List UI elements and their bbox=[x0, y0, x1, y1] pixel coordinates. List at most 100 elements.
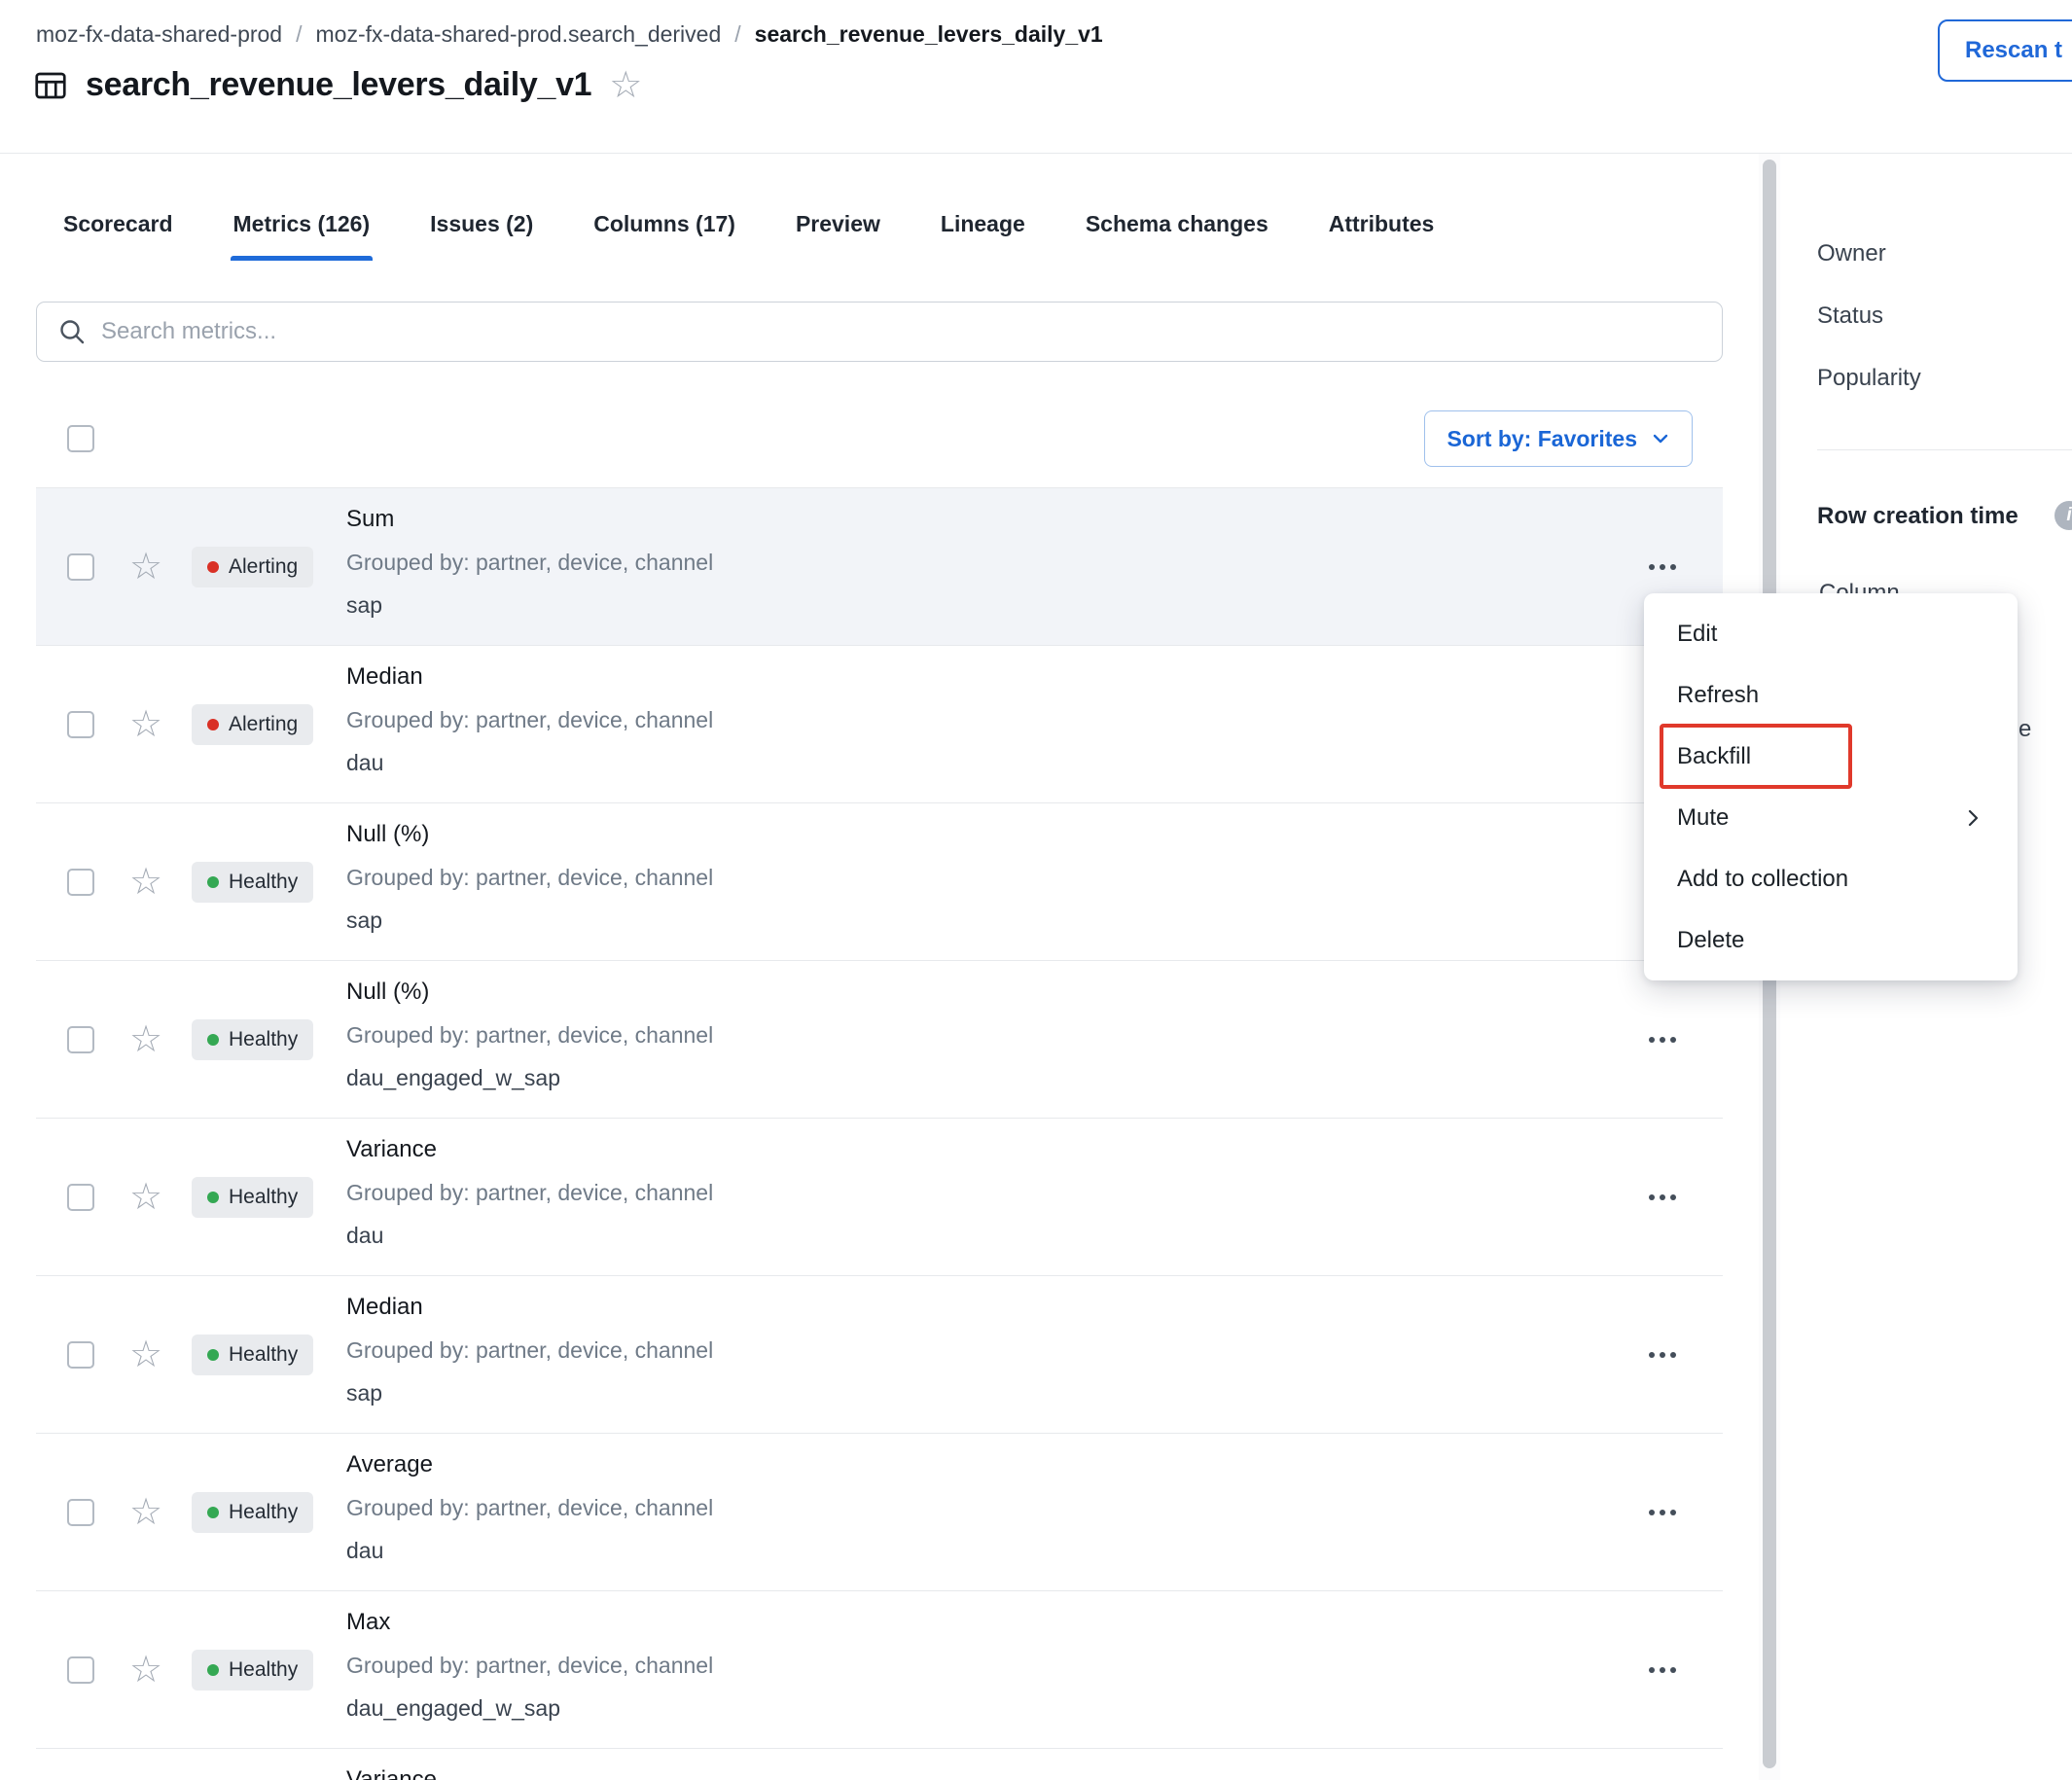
favorite-star-icon[interactable]: ☆ bbox=[129, 549, 162, 586]
metric-row: ☆ Healthy Null (%) Grouped by: partner, … bbox=[36, 802, 1723, 960]
menu-item-edit[interactable]: Edit bbox=[1644, 603, 2018, 664]
main-panel: Scorecard Metrics (126) Issues (2) Colum… bbox=[0, 154, 1759, 1780]
tab-label: Preview bbox=[796, 211, 880, 237]
row-menu-button[interactable] bbox=[1639, 1657, 1686, 1683]
status-dot-icon bbox=[207, 876, 219, 888]
row-checkbox[interactable] bbox=[67, 1026, 94, 1053]
metric-name[interactable]: Variance bbox=[346, 1766, 437, 1780]
tab-preview[interactable]: Preview bbox=[796, 187, 880, 261]
tab-label: Columns (17) bbox=[593, 211, 735, 237]
row-menu-button[interactable] bbox=[1639, 1500, 1686, 1525]
row-checkbox[interactable] bbox=[67, 1341, 94, 1369]
favorite-star-icon[interactable]: ☆ bbox=[129, 1179, 162, 1216]
status-dot-icon bbox=[207, 561, 219, 573]
breadcrumb-separator: / bbox=[734, 21, 740, 48]
row-checkbox[interactable] bbox=[67, 553, 94, 581]
favorite-star-icon[interactable]: ☆ bbox=[129, 864, 162, 901]
metric-row: ☆ Variance bbox=[36, 1748, 1723, 1780]
favorite-star-icon[interactable]: ☆ bbox=[129, 1336, 162, 1373]
menu-item-label: Add to collection bbox=[1677, 866, 1848, 893]
status-dot-icon bbox=[207, 1664, 219, 1676]
tab-lineage[interactable]: Lineage bbox=[941, 187, 1025, 261]
favorite-star-icon[interactable]: ☆ bbox=[129, 1021, 162, 1058]
row-menu-button[interactable] bbox=[1639, 1342, 1686, 1368]
metric-meta: Variance Grouped by: partner, device, ch… bbox=[346, 1136, 713, 1249]
status-badge: Healthy bbox=[192, 1335, 313, 1375]
metric-column: dau bbox=[346, 1538, 713, 1564]
tab-label: Issues (2) bbox=[430, 211, 533, 237]
table-icon bbox=[33, 68, 68, 103]
row-checkbox[interactable] bbox=[67, 1499, 94, 1526]
status-badge: Healthy bbox=[192, 1019, 313, 1060]
rescan-table-button[interactable]: Rescan t bbox=[1938, 19, 2072, 82]
select-all-checkbox[interactable] bbox=[67, 425, 94, 452]
tab-schema-changes[interactable]: Schema changes bbox=[1086, 187, 1268, 261]
status-label: Healthy bbox=[229, 1186, 298, 1209]
metric-meta: Sum Grouped by: partner, device, channel… bbox=[346, 506, 713, 619]
tab-issues-2[interactable]: Issues (2) bbox=[430, 187, 533, 261]
search-input[interactable] bbox=[99, 317, 1660, 346]
metric-grouped-by: Grouped by: partner, device, channel bbox=[346, 1495, 713, 1521]
metric-name[interactable]: Variance bbox=[346, 1136, 713, 1163]
favorite-star-icon[interactable]: ☆ bbox=[129, 706, 162, 743]
metric-grouped-by: Grouped by: partner, device, channel bbox=[346, 1180, 713, 1206]
tab-metrics-126[interactable]: Metrics (126) bbox=[233, 187, 371, 261]
row-checkbox[interactable] bbox=[67, 1184, 94, 1211]
metrics-list-container: Sort by: Favorites ☆ Alerting Sum Groupe… bbox=[36, 390, 1723, 1780]
sort-by-button[interactable]: Sort by: Favorites bbox=[1424, 410, 1693, 467]
row-menu-button[interactable] bbox=[1639, 1027, 1686, 1052]
breadcrumb-item-table[interactable]: search_revenue_levers_daily_v1 bbox=[755, 21, 1103, 48]
metric-name[interactable]: Average bbox=[346, 1451, 713, 1478]
metric-meta: Average Grouped by: partner, device, cha… bbox=[346, 1451, 713, 1564]
metric-name[interactable]: Null (%) bbox=[346, 979, 713, 1006]
metric-name[interactable]: Null (%) bbox=[346, 821, 713, 848]
metric-grouped-by: Grouped by: partner, device, channel bbox=[346, 865, 713, 891]
metric-meta: Median Grouped by: partner, device, chan… bbox=[346, 1294, 713, 1406]
sidebar-item-owner[interactable]: Owner bbox=[1817, 240, 1886, 267]
metric-column: sap bbox=[346, 1380, 713, 1406]
metric-name[interactable]: Median bbox=[346, 1294, 713, 1321]
favorite-star-icon[interactable]: ☆ bbox=[129, 1494, 162, 1531]
search-icon bbox=[56, 316, 88, 347]
menu-item-delete[interactable]: Delete bbox=[1644, 909, 2018, 971]
info-icon[interactable]: i bbox=[2054, 501, 2072, 530]
metric-row: ☆ Healthy Null (%) Grouped by: partner, … bbox=[36, 960, 1723, 1118]
context-menu: Edit Refresh Backfill Mute Add to collec… bbox=[1644, 593, 2018, 980]
row-menu-button[interactable] bbox=[1639, 1185, 1686, 1210]
status-dot-icon bbox=[207, 1507, 219, 1518]
metric-meta: Variance bbox=[346, 1766, 437, 1780]
metric-grouped-by: Grouped by: partner, device, channel bbox=[346, 707, 713, 733]
menu-item-backfill[interactable]: Backfill bbox=[1644, 726, 2018, 787]
sidebar-item-popularity[interactable]: Popularity bbox=[1817, 365, 1921, 392]
tab-attributes[interactable]: Attributes bbox=[1329, 187, 1435, 261]
status-label: Healthy bbox=[229, 1028, 298, 1051]
row-menu-button[interactable] bbox=[1639, 554, 1686, 580]
metric-grouped-by: Grouped by: partner, device, channel bbox=[346, 1653, 713, 1679]
row-checkbox[interactable] bbox=[67, 711, 94, 738]
metric-column: sap bbox=[346, 592, 713, 619]
metric-name[interactable]: Median bbox=[346, 663, 713, 691]
metric-meta: Max Grouped by: partner, device, channel… bbox=[346, 1609, 713, 1722]
tab-columns-17[interactable]: Columns (17) bbox=[593, 187, 735, 261]
row-checkbox[interactable] bbox=[67, 1656, 94, 1684]
breadcrumb-item-project[interactable]: moz-fx-data-shared-prod bbox=[36, 21, 282, 48]
tab-scorecard[interactable]: Scorecard bbox=[63, 187, 173, 261]
breadcrumb-separator: / bbox=[296, 21, 302, 48]
favorite-star-icon[interactable]: ☆ bbox=[129, 1652, 162, 1689]
metric-row: ☆ Healthy Variance Grouped by: partner, … bbox=[36, 1118, 1723, 1275]
menu-item-add-to-collection[interactable]: Add to collection bbox=[1644, 848, 2018, 909]
favorite-star-icon[interactable]: ☆ bbox=[609, 67, 642, 104]
metric-name[interactable]: Sum bbox=[346, 506, 713, 533]
status-badge: Healthy bbox=[192, 1650, 313, 1691]
status-dot-icon bbox=[207, 719, 219, 730]
metric-name[interactable]: Max bbox=[346, 1609, 713, 1636]
tab-label: Scorecard bbox=[63, 211, 173, 237]
menu-item-mute[interactable]: Mute bbox=[1644, 787, 2018, 848]
tab-label: Metrics (126) bbox=[233, 211, 371, 237]
tab-label: Attributes bbox=[1329, 211, 1435, 237]
row-checkbox[interactable] bbox=[67, 869, 94, 896]
breadcrumb-item-dataset[interactable]: moz-fx-data-shared-prod.search_derived bbox=[316, 21, 722, 48]
sidebar-item-status[interactable]: Status bbox=[1817, 303, 1883, 330]
menu-item-refresh[interactable]: Refresh bbox=[1644, 664, 2018, 726]
metric-grouped-by: Grouped by: partner, device, channel bbox=[346, 1337, 713, 1364]
